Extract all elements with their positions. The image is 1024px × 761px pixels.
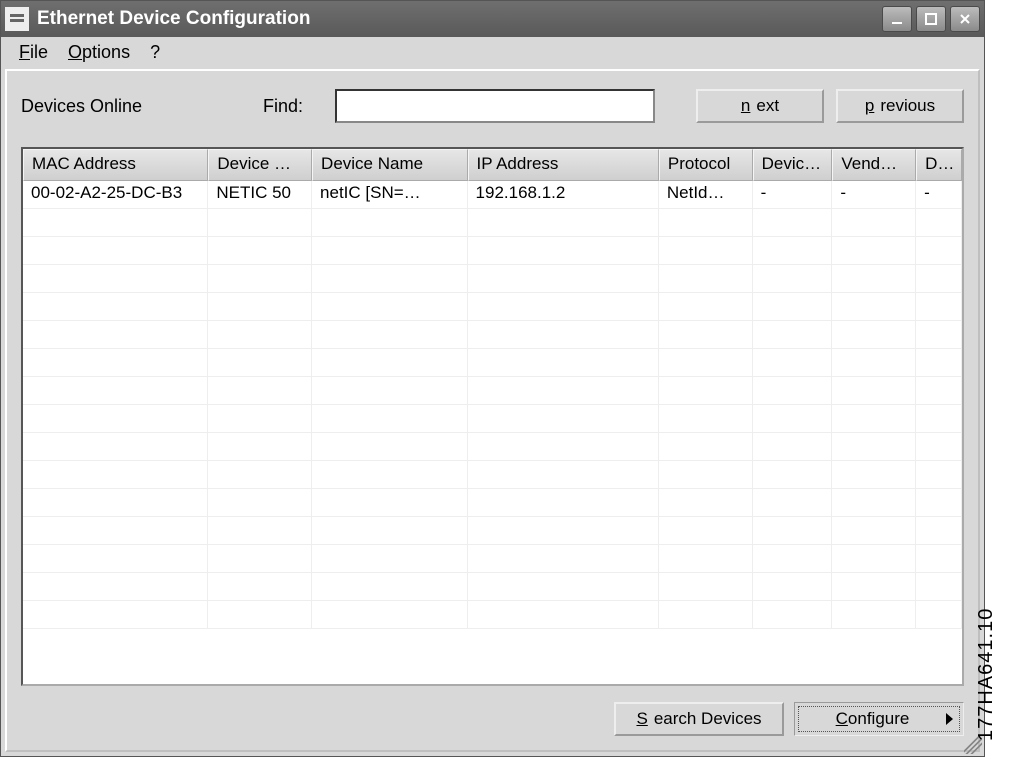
table-row-empty xyxy=(23,405,962,433)
menu-help[interactable]: ? xyxy=(140,40,170,65)
chevron-right-icon xyxy=(946,713,953,725)
col-ip-address[interactable]: IP Address xyxy=(468,149,659,181)
footer-buttons: Search Devices Configure xyxy=(21,702,964,736)
table-body: 00-02-A2-25-DC-B3 NETIC 50 netIC [SN=… 1… xyxy=(23,181,962,629)
table-row-empty xyxy=(23,265,962,293)
device-table: MAC Address Device … Device Name IP Addr… xyxy=(21,147,964,686)
close-button[interactable] xyxy=(950,6,980,32)
toolbar: Devices Online Find: next previous xyxy=(21,89,964,123)
menubar: File Options ? xyxy=(1,37,984,67)
table-row-empty xyxy=(23,601,962,629)
window-title: Ethernet Device Configuration xyxy=(37,8,882,30)
table-header: MAC Address Device … Device Name IP Addr… xyxy=(23,149,962,181)
col-device-id[interactable]: Devic… xyxy=(753,149,833,181)
table-row-empty xyxy=(23,209,962,237)
table-row-empty xyxy=(23,545,962,573)
find-input[interactable] xyxy=(335,89,655,123)
col-device-name[interactable]: Device Name xyxy=(312,149,467,181)
cell-ip: 192.168.1.2 xyxy=(468,181,659,208)
close-icon xyxy=(958,12,972,26)
table-row-empty xyxy=(23,237,962,265)
search-devices-button[interactable]: Search Devices xyxy=(614,702,784,736)
cell-device-type: NETIC 50 xyxy=(208,181,312,208)
table-row-empty xyxy=(23,293,962,321)
menu-file[interactable]: File xyxy=(9,40,58,65)
maximize-button[interactable] xyxy=(916,6,946,32)
devices-online-label: Devices Online xyxy=(21,96,251,117)
table-row-empty xyxy=(23,461,962,489)
table-row-empty xyxy=(23,573,962,601)
titlebar: Ethernet Device Configuration xyxy=(1,1,984,37)
col-mac-address[interactable]: MAC Address xyxy=(23,149,208,181)
cell-device-id: - xyxy=(753,181,833,208)
cell-vendor: - xyxy=(832,181,916,208)
cell-protocol: NetId… xyxy=(659,181,753,208)
table-row-empty xyxy=(23,433,962,461)
minimize-button[interactable] xyxy=(882,6,912,32)
previous-button[interactable]: previous xyxy=(836,89,964,123)
table-row[interactable]: 00-02-A2-25-DC-B3 NETIC 50 netIC [SN=… 1… xyxy=(23,181,962,209)
cell-d: - xyxy=(916,181,962,208)
table-row-empty xyxy=(23,321,962,349)
find-label: Find: xyxy=(263,96,323,117)
minimize-icon xyxy=(890,12,904,26)
cell-mac: 00-02-A2-25-DC-B3 xyxy=(23,181,208,208)
menu-options[interactable]: Options xyxy=(58,40,140,65)
table-row-empty xyxy=(23,377,962,405)
cell-device-name: netIC [SN=… xyxy=(312,181,467,208)
col-d[interactable]: D… xyxy=(916,149,962,181)
col-vendor[interactable]: Vend… xyxy=(832,149,916,181)
next-button[interactable]: next xyxy=(696,89,824,123)
table-row-empty xyxy=(23,489,962,517)
col-protocol[interactable]: Protocol xyxy=(659,149,753,181)
table-row-empty xyxy=(23,517,962,545)
app-icon xyxy=(5,7,29,31)
maximize-icon xyxy=(924,12,938,26)
content-panel: Devices Online Find: next previous MAC A… xyxy=(5,69,980,752)
window-controls xyxy=(882,6,980,32)
table-row-empty xyxy=(23,349,962,377)
app-window: Ethernet Device Configuration File Optio… xyxy=(0,0,985,757)
configure-button[interactable]: Configure xyxy=(794,702,964,736)
col-device-type[interactable]: Device … xyxy=(208,149,312,181)
figure-label: 177HA641.10 xyxy=(975,608,998,741)
